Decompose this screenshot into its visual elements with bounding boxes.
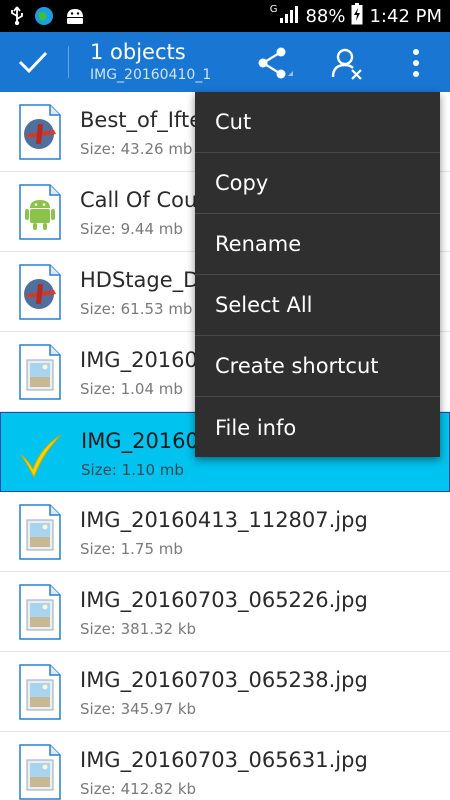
file-name: Best_of_Ifte	[80, 108, 203, 132]
selected-file-name: IMG_20160410_1	[90, 67, 212, 83]
file-row[interactable]: IMG_20160413_112807.jpg Size: 1.75 mb	[0, 492, 450, 572]
file-size: Size: 43.26 mb	[80, 140, 193, 158]
context-menu: Cut Copy Rename Select All Create shortc…	[195, 92, 440, 457]
menu-item-select-all[interactable]: Select All	[195, 275, 440, 336]
file-name: IMG_20160	[80, 348, 198, 372]
image-file-icon	[18, 344, 62, 400]
file-name: IMG_20160703_065238.jpg	[80, 668, 368, 692]
plane-file-icon	[18, 264, 62, 320]
file-name: IMG_20160	[81, 429, 199, 453]
file-row[interactable]: IMG_20160703_065226.jpg Size: 381.32 kb	[0, 572, 450, 652]
checkmark-icon	[19, 425, 63, 481]
plane-file-icon	[18, 104, 62, 160]
more-vert-icon	[413, 49, 419, 77]
file-size: Size: 345.97 kb	[80, 700, 197, 718]
battery-percent: 88%	[305, 5, 346, 27]
signal-icon	[279, 4, 299, 29]
action-bar-divider	[68, 46, 69, 78]
image-file-icon	[18, 664, 62, 720]
selection-count: 1 objects	[90, 40, 186, 64]
clock: 1:42 PM	[369, 5, 442, 27]
more-options-button[interactable]	[396, 42, 436, 84]
menu-item-create-shortcut[interactable]: Create shortcut	[195, 336, 440, 397]
share-button[interactable]	[252, 44, 298, 84]
check-icon	[18, 51, 48, 74]
menu-item-cut[interactable]: Cut	[195, 92, 440, 153]
menu-item-copy[interactable]: Copy	[195, 153, 440, 214]
file-size: Size: 1.75 mb	[80, 540, 183, 558]
menu-item-rename[interactable]: Rename	[195, 214, 440, 275]
file-size: Size: 61.53 mb	[80, 300, 193, 318]
usb-icon	[10, 6, 24, 30]
android-apk-icon	[18, 184, 62, 240]
share-icon	[258, 47, 293, 79]
remove-user-button[interactable]	[326, 42, 368, 84]
done-button[interactable]	[10, 40, 56, 84]
status-bar: G 88% 1:42 PM	[0, 0, 450, 32]
battery-icon	[351, 2, 363, 30]
menu-item-file-info[interactable]: File info	[195, 397, 440, 458]
browser-icon	[34, 6, 54, 30]
file-size: Size: 9.44 mb	[80, 220, 183, 238]
file-size: Size: 381.32 kb	[80, 620, 197, 638]
file-size: Size: 412.82 kb	[80, 780, 197, 798]
file-row[interactable]: IMG_20160703_065631.jpg Size: 412.82 kb	[0, 732, 450, 800]
network-type-label: G	[269, 3, 278, 15]
file-name: IMG_20160413_112807.jpg	[80, 508, 368, 532]
file-name: IMG_20160703_065226.jpg	[80, 588, 368, 612]
file-size: Size: 1.04 mb	[80, 380, 183, 398]
image-file-icon	[18, 504, 62, 560]
action-bar: 1 objects IMG_20160410_1	[0, 32, 450, 92]
image-file-icon	[18, 584, 62, 640]
file-size: Size: 1.10 mb	[81, 461, 184, 479]
file-name: Call Of Cour	[80, 188, 206, 212]
file-row[interactable]: IMG_20160703_065238.jpg Size: 345.97 kb	[0, 652, 450, 732]
image-file-icon	[18, 744, 62, 800]
user-remove-icon	[331, 48, 362, 80]
android-icon	[64, 7, 86, 29]
file-name: IMG_20160703_065631.jpg	[80, 748, 368, 772]
file-name: HDStage_D	[80, 268, 200, 292]
